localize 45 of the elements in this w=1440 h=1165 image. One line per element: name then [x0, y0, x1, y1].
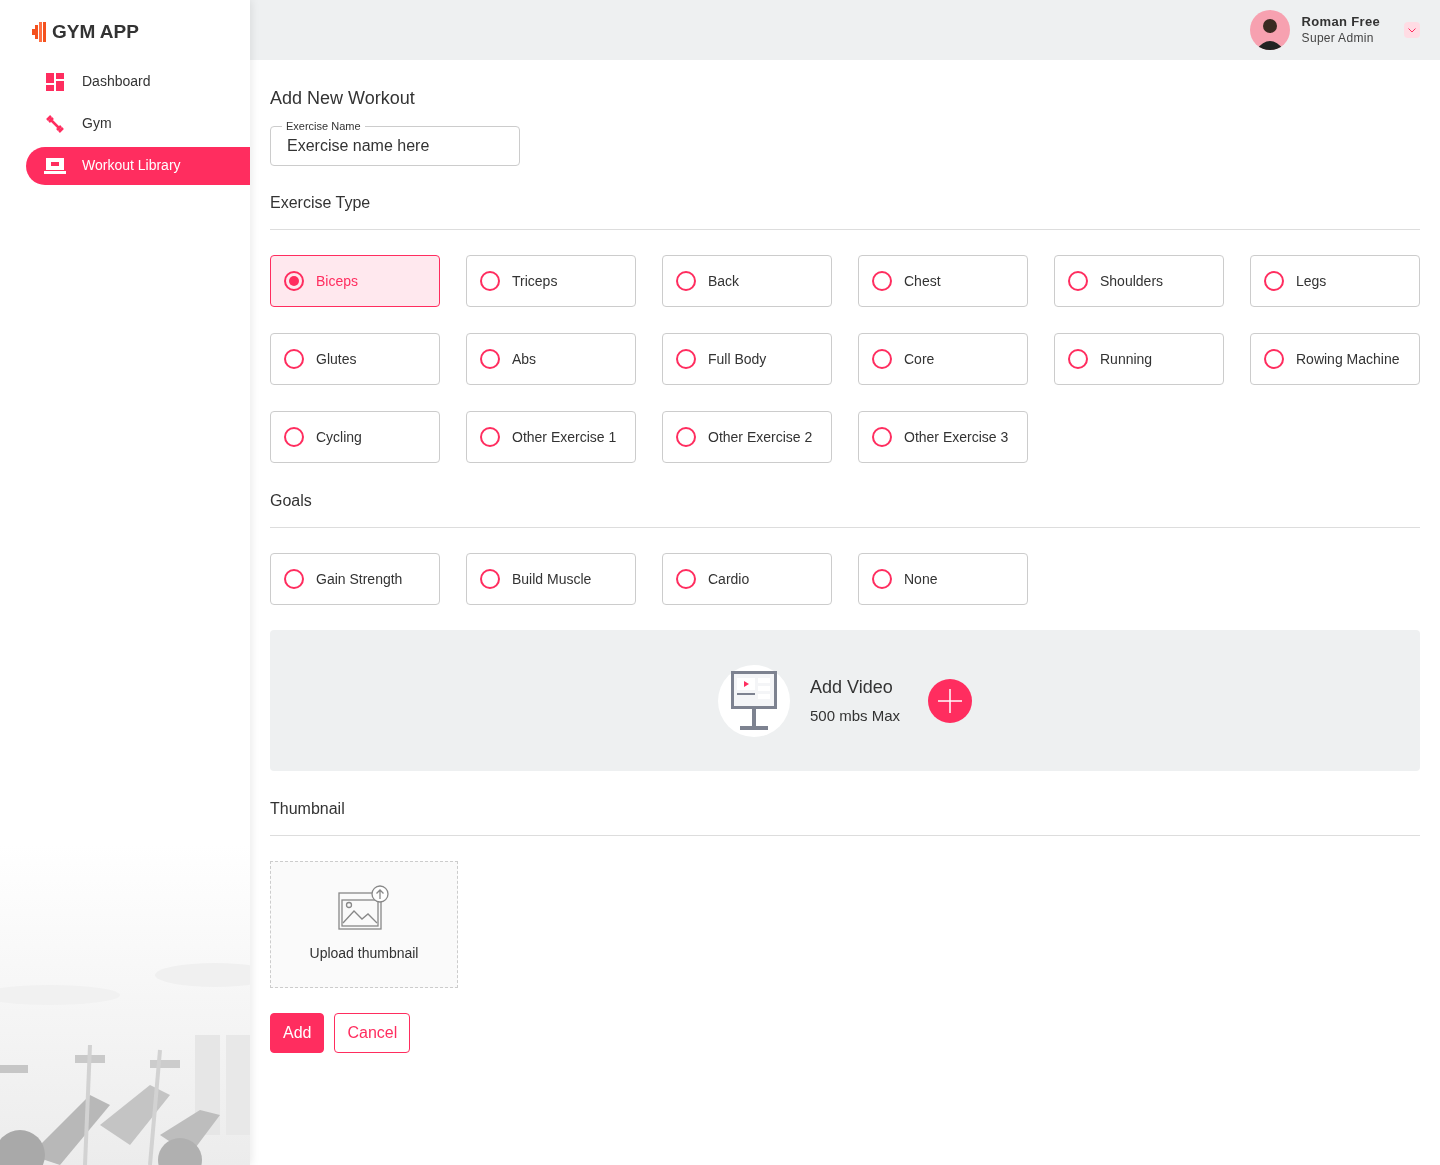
page-title: Add New Workout [270, 87, 416, 110]
upload-label: Upload thumbnail [309, 944, 419, 963]
image-upload-icon [338, 885, 390, 931]
radio-option[interactable]: Build Muscle [466, 553, 636, 605]
radio-option[interactable]: Core [858, 333, 1028, 385]
app-logo: GYM APP [52, 20, 139, 44]
radio-option[interactable]: Other Exercise 2 [662, 411, 832, 463]
dropdown-button[interactable] [1404, 22, 1420, 38]
section-title: Exercise Type [270, 193, 372, 213]
section-title: Goals [270, 491, 313, 511]
avatar [1249, 10, 1290, 50]
radio-option[interactable]: Rowing Machine [1250, 333, 1420, 385]
user-name: Roman Free [1301, 14, 1380, 31]
nav-item[interactable]: Dashboard [26, 62, 250, 101]
video-title: Add Video [809, 675, 894, 699]
radio-option[interactable]: None [858, 553, 1028, 605]
radio-option[interactable]: Shoulders [1054, 255, 1224, 307]
nav-item[interactable]: Gym [26, 104, 250, 143]
radio-option[interactable]: Other Exercise 1 [466, 411, 636, 463]
chevron-down-icon [1408, 27, 1416, 33]
video-limit: 500 mbs Max [809, 705, 900, 726]
radio-option[interactable]: Legs [1250, 255, 1420, 307]
thumbnail-upload-area[interactable]: Upload thumbnail [270, 861, 458, 988]
cancel-button[interactable]: Cancel [334, 1013, 411, 1053]
nav-item[interactable]: Workout Library [26, 146, 250, 185]
radio-option[interactable]: Glutes [270, 333, 440, 385]
radio-option[interactable]: Abs [466, 333, 636, 385]
radio-option[interactable]: Triceps [466, 255, 636, 307]
radio-option[interactable]: Cycling [270, 411, 440, 463]
dumbbell-icon [46, 114, 64, 133]
logo-icon [32, 21, 48, 44]
radio-option[interactable]: Running [1054, 333, 1224, 385]
dashboard-icon [46, 72, 64, 91]
radio-option[interactable]: Gain Strength [270, 553, 440, 605]
radio-option[interactable]: Cardio [662, 553, 832, 605]
add-video-button[interactable] [928, 678, 972, 723]
radio-option[interactable]: Full Body [662, 333, 832, 385]
section-title: Thumbnail [270, 799, 346, 819]
radio-option[interactable]: Other Exercise 3 [858, 411, 1028, 463]
plus-icon [938, 688, 962, 713]
radio-option[interactable]: Chest [858, 255, 1028, 307]
user-role: Super Admin [1301, 30, 1375, 46]
add-button[interactable]: Add [270, 1013, 325, 1053]
laptop-icon [44, 157, 66, 174]
radio-option[interactable]: Back [662, 255, 832, 307]
